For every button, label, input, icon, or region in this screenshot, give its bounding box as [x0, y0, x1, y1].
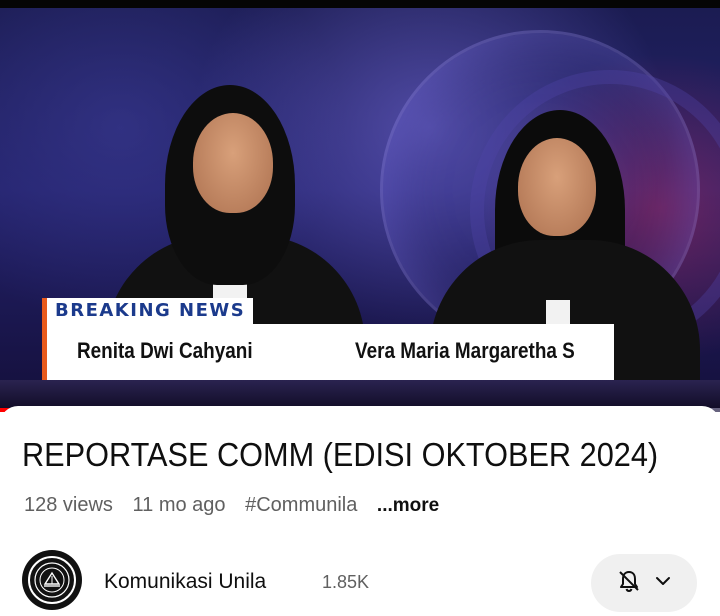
channel-row: Komunikasi Unila 1.85K [0, 542, 720, 612]
notification-settings-button[interactable] [591, 554, 697, 612]
presenter-left-name: Renita Dwi Cahyani [77, 338, 253, 363]
more-button[interactable]: ...more [377, 495, 439, 516]
channel-name[interactable]: Komunikasi Unila [104, 570, 266, 594]
video-meta[interactable]: 128 views 11 mo ago #Communila ...more [24, 494, 453, 517]
video-info-panel: REPORTASE COMM (EDISI OKTOBER 2024) 128 … [0, 406, 720, 616]
video-player[interactable]: BREAKING NEWS Renita Dwi Cahyani Vera Ma… [0, 0, 720, 412]
upload-age: 11 mo ago [132, 494, 226, 516]
bell-off-icon [616, 568, 642, 599]
view-count: 128 views [24, 494, 113, 516]
presenter-right-name: Vera Maria Margaretha S [355, 338, 575, 363]
status-bar-strip [0, 0, 720, 8]
lower-third-names: Renita Dwi Cahyani Vera Maria Margaretha… [42, 324, 614, 380]
channel-avatar[interactable] [22, 550, 82, 610]
subscriber-count: 1.85K [322, 572, 370, 592]
presenter-left-face [193, 113, 273, 213]
university-seal-icon [28, 556, 76, 604]
news-desk [0, 380, 720, 408]
breaking-news-label: BREAKING NEWS [42, 298, 254, 324]
presenter-right-face [518, 138, 596, 236]
chevron-down-icon [654, 572, 672, 595]
hashtag-link[interactable]: #Communila [245, 494, 357, 516]
video-title[interactable]: REPORTASE COMM (EDISI OKTOBER 2024) [22, 436, 658, 474]
